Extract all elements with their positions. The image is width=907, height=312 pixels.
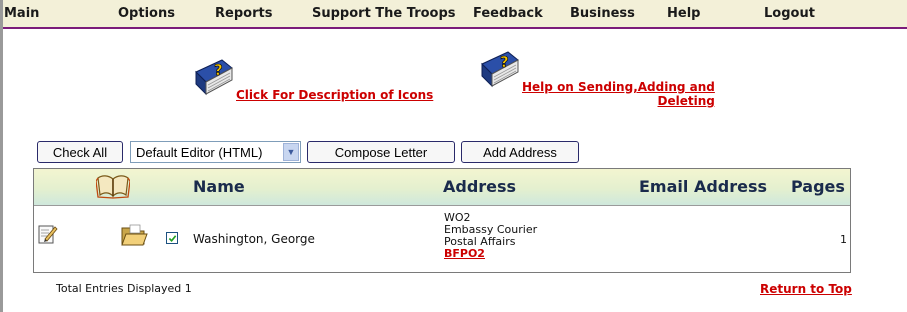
- checkmark-icon: [168, 234, 176, 242]
- add-address-button[interactable]: Add Address: [461, 141, 579, 163]
- icons-description-label[interactable]: Click For Description of Icons: [236, 88, 433, 102]
- help-book-icon: ?: [481, 51, 519, 88]
- edit-letter-icon[interactable]: [36, 223, 58, 245]
- chevron-down-icon[interactable]: ▼: [283, 143, 299, 161]
- nav-logout[interactable]: Logout: [764, 6, 815, 21]
- top-nav-bar: Main Options Reports Support The Troops …: [3, 0, 907, 29]
- nav-business[interactable]: Business: [570, 6, 635, 21]
- editor-select[interactable]: Default Editor (HTML) ▼: [130, 141, 301, 163]
- compose-letter-button[interactable]: Compose Letter: [307, 141, 455, 163]
- nav-support-the-troops[interactable]: Support The Troops: [312, 6, 456, 21]
- recipient-pages: 1: [840, 233, 847, 246]
- check-all-button[interactable]: Check All: [37, 141, 123, 163]
- column-header-address: Address: [443, 177, 517, 196]
- column-header-name: Name: [193, 177, 245, 196]
- editor-select-value: Default Editor (HTML): [136, 144, 263, 160]
- svg-text:?: ?: [214, 61, 223, 79]
- nav-feedback[interactable]: Feedback: [473, 6, 543, 21]
- recipient-name: Washington, George: [193, 232, 315, 246]
- nav-reports[interactable]: Reports: [215, 6, 272, 21]
- sending-help-label-line2[interactable]: Deleting: [522, 94, 715, 108]
- address-table: Name Address Email Address Pages Washing…: [33, 168, 851, 273]
- folder-icon[interactable]: [120, 223, 148, 247]
- sending-help-label[interactable]: Help on Sending,Adding and Deleting: [522, 80, 715, 108]
- return-to-top-link[interactable]: Return to Top: [760, 282, 852, 296]
- open-book-icon: [96, 175, 130, 199]
- nav-options[interactable]: Options: [118, 6, 175, 21]
- svg-text:?: ?: [500, 53, 509, 71]
- column-header-email: Email Address: [639, 177, 768, 196]
- column-header-pages: Pages: [791, 177, 845, 196]
- nav-help[interactable]: Help: [667, 6, 700, 21]
- total-entries-text: Total Entries Displayed 1: [56, 282, 192, 295]
- address-bfpo-link[interactable]: BFPO2: [444, 248, 537, 260]
- sending-help-link[interactable]: ? Help on Sending,Adding and Deleting: [478, 50, 715, 108]
- help-book-icon: ?: [195, 59, 233, 96]
- sending-help-label-line1[interactable]: Help on Sending,Adding and: [522, 80, 715, 94]
- row-select-checkbox[interactable]: [166, 232, 178, 244]
- recipient-address: WO2 Embassy Courier Postal Affairs BFPO2: [444, 212, 537, 260]
- left-frame-border: [0, 0, 3, 312]
- nav-main[interactable]: Main: [4, 6, 39, 21]
- table-header: Name Address Email Address Pages: [34, 169, 850, 206]
- icons-description-link[interactable]: ? Click For Description of Icons: [192, 58, 433, 102]
